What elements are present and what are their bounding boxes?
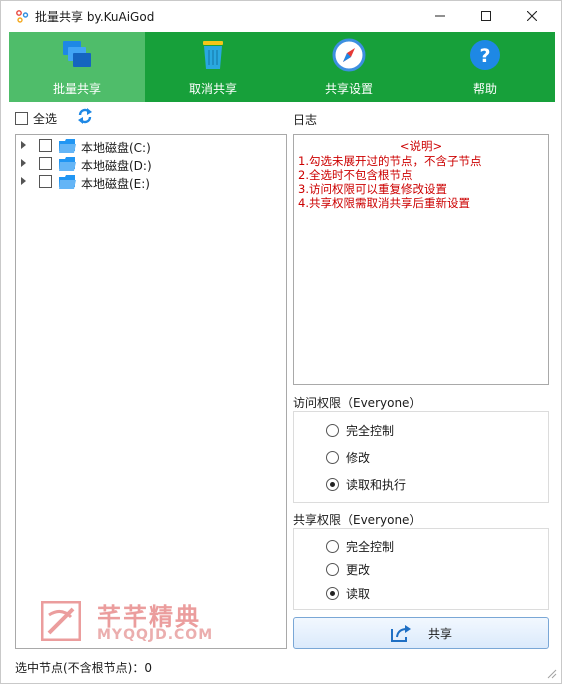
resize-grip-icon[interactable] xyxy=(545,667,557,679)
tree-node-label: 本地磁盘(E:) xyxy=(81,177,150,191)
share-option-full-control[interactable]: 完全控制 xyxy=(326,538,394,554)
tree-node-checkbox[interactable] xyxy=(39,175,52,188)
log-title: <说明> xyxy=(399,139,443,153)
radio-label: 完全控制 xyxy=(346,423,395,438)
share-button[interactable]: 共享 xyxy=(293,617,549,649)
share-button-label: 共享 xyxy=(427,626,452,641)
drive-tree[interactable]: 本地磁盘(C:) 本地磁盘(D:) 本地磁盘(E:) xyxy=(15,134,287,649)
tool-batch-share[interactable]: 批量共享 xyxy=(9,32,145,102)
radio-button[interactable] xyxy=(326,450,339,464)
folder-icon xyxy=(59,175,76,189)
share-permission-label: 共享权限（Everyone） xyxy=(293,513,422,527)
title-bar: 批量共享 by.KuAiGod xyxy=(1,1,561,31)
tree-node-label: 本地磁盘(C:) xyxy=(81,141,151,155)
tool-label: 取消共享 xyxy=(188,82,237,96)
tool-label: 帮助 xyxy=(472,82,497,96)
main-window: 批量共享 by.KuAiGod 批量共享 取消共享 共享设置 ? 帮助 全选 本… xyxy=(0,0,562,684)
tree-node-label: 本地磁盘(D:) xyxy=(81,159,152,173)
main-toolbar: 批量共享 取消共享 共享设置 ? 帮助 xyxy=(9,32,555,102)
radio-button[interactable] xyxy=(326,423,339,437)
compass-icon xyxy=(332,38,366,72)
select-all-checkbox[interactable]: 全选 xyxy=(15,111,58,126)
trash-icon xyxy=(203,41,223,69)
expand-arrow-icon[interactable] xyxy=(21,159,26,167)
log-label: 日志 xyxy=(293,113,318,127)
batch-share-icon xyxy=(63,41,91,67)
tree-node[interactable]: 本地磁盘(E:) xyxy=(16,173,286,191)
status-bar-text: 选中节点(不含根节点)：0 xyxy=(15,661,152,675)
radio-label: 修改 xyxy=(346,450,371,465)
access-option-read-execute[interactable]: 读取和执行 xyxy=(326,476,406,492)
tool-cancel-share[interactable]: 取消共享 xyxy=(145,32,281,102)
radio-label: 更改 xyxy=(346,562,371,577)
share-option-read[interactable]: 读取 xyxy=(326,585,370,601)
close-button[interactable] xyxy=(509,1,555,31)
tool-label: 批量共享 xyxy=(52,82,101,96)
share-arrow-icon xyxy=(390,625,411,642)
minimize-icon xyxy=(435,15,445,17)
watermark: 芊芊精典 MYQQJD.COM xyxy=(41,599,241,645)
close-icon xyxy=(527,11,537,21)
access-option-modify[interactable]: 修改 xyxy=(326,449,370,465)
minimize-button[interactable] xyxy=(417,1,463,31)
tool-share-settings[interactable]: 共享设置 xyxy=(281,32,417,102)
radio-label: 读取和执行 xyxy=(346,477,407,492)
tree-node[interactable]: 本地磁盘(D:) xyxy=(16,155,286,173)
help-icon: ? xyxy=(470,40,500,70)
share-permission-group: 完全控制 更改 读取 xyxy=(293,528,549,610)
watermark-logo-icon xyxy=(41,601,81,641)
window-title: 批量共享 by.KuAiGod xyxy=(35,10,155,24)
radio-button-selected[interactable] xyxy=(326,586,339,600)
log-line: 4.共享权限需取消共享后重新设置 xyxy=(298,196,470,210)
app-icon xyxy=(16,10,29,23)
access-permission-label: 访问权限（Everyone） xyxy=(293,396,422,410)
refresh-icon[interactable] xyxy=(77,107,93,125)
radio-button[interactable] xyxy=(326,562,339,576)
folder-icon xyxy=(59,157,76,171)
folder-icon xyxy=(59,139,76,153)
svg-text:?: ? xyxy=(479,45,490,67)
select-all-label: 全选 xyxy=(33,111,58,126)
tool-label: 共享设置 xyxy=(324,82,373,96)
radio-button[interactable] xyxy=(326,539,339,553)
radio-button-selected[interactable] xyxy=(326,477,339,491)
tree-node-checkbox[interactable] xyxy=(39,139,52,152)
radio-label: 读取 xyxy=(346,586,371,601)
share-option-change[interactable]: 更改 xyxy=(326,561,370,577)
tree-node[interactable]: 本地磁盘(C:) xyxy=(16,137,286,155)
watermark-site: MYQQJD.COM xyxy=(97,627,214,643)
select-all-box[interactable] xyxy=(15,111,28,125)
radio-label: 完全控制 xyxy=(346,539,395,554)
access-option-full-control[interactable]: 完全控制 xyxy=(326,422,394,438)
expand-arrow-icon[interactable] xyxy=(21,141,26,149)
maximize-icon xyxy=(481,11,491,21)
tree-node-checkbox[interactable] xyxy=(39,157,52,170)
expand-arrow-icon[interactable] xyxy=(21,177,26,185)
access-permission-group: 完全控制 修改 读取和执行 xyxy=(293,411,549,503)
log-textarea[interactable]: <说明> 1.勾选未展开过的节点，不含子节点 2.全选时不包含根节点 3.访问权… xyxy=(293,134,549,385)
maximize-button[interactable] xyxy=(463,1,509,31)
tool-help[interactable]: ? 帮助 xyxy=(417,32,553,102)
